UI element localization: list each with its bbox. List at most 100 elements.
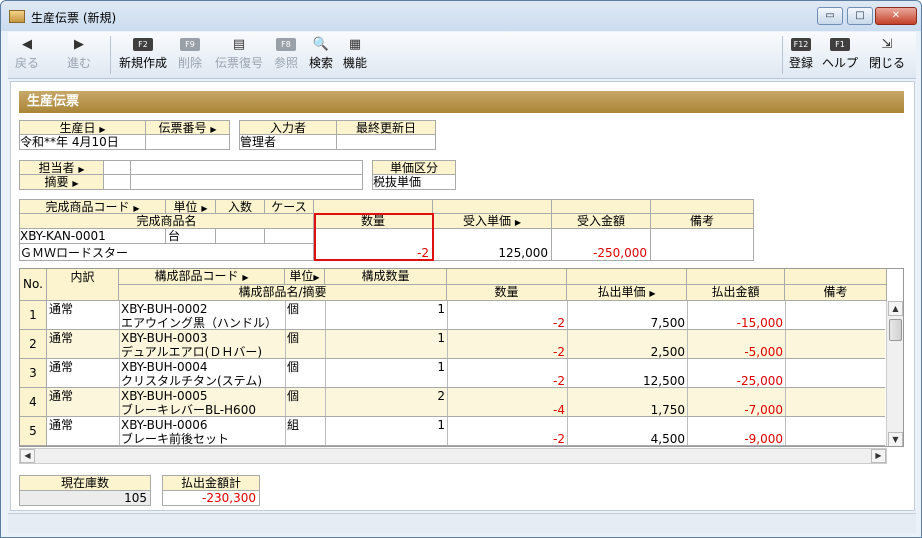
amount-cell[interactable]: -5,000 [685,345,783,359]
amount-cell[interactable]: -15,000 [685,316,783,330]
row-number[interactable]: 2 [20,330,47,359]
detail-grid: No. 内訳 構成部品コード ▶ 単位▶ 構成数量 構成部品名/摘要 数量 払出… [19,268,904,447]
part-name-cell[interactable]: デュアルエアロ(ＤＨバー) [121,345,262,359]
prod-date-field[interactable]: 令和**年 4月10日 [19,134,146,150]
part-name-cell[interactable]: クリスタルチタン(ステム) [121,374,262,388]
part-name-cell[interactable]: ブレーキ前後セット [121,432,229,446]
stock-field: 105 [19,490,151,506]
product-header-blank-4 [650,199,754,214]
part-code-cell[interactable]: XBY-BUH-0006 [121,418,208,432]
scroll-thumb[interactable] [889,319,902,341]
row-number[interactable]: 1 [20,301,47,330]
person-code-field[interactable] [103,160,131,175]
scroll-left-icon[interactable]: ◀ [20,449,35,463]
product-name-field[interactable]: ＧＭＷロードスター [19,243,314,261]
new-button[interactable]: F2 新規作成 [116,34,170,76]
table-row[interactable]: 通常 XBY-BUH-0002 個 1 エアウイング黒（ハンドル） -2 7,500 -15,… [47,301,885,330]
note-label: 備考 [650,213,754,229]
part-code-cell[interactable]: XBY-BUH-0004 [121,360,208,374]
part-code-cell[interactable]: XBY-BUH-0002 [121,302,208,316]
quantity-cell[interactable]: -2 [467,374,565,388]
product-unit-field[interactable]: 台 [165,228,216,244]
price-cell[interactable]: 1,750 [587,403,685,417]
person-label[interactable]: 担当者 ▶ [19,160,104,175]
product-case-label: ケース [264,199,314,214]
price-type-field[interactable]: 税抜単価 [372,174,456,190]
kind-cell[interactable]: 通常 [49,418,73,432]
amount-cell[interactable]: -25,000 [685,374,783,388]
table-row[interactable]: 通常 XBY-BUH-0005 個 2 ブレーキレバーBL-H600 -4 1,750 -7,… [47,388,885,417]
part-code-cell[interactable]: XBY-BUH-0003 [121,331,208,345]
comp-qty-cell[interactable]: 1 [347,360,445,374]
table-row[interactable]: 通常 XBY-BUH-0003 個 1 デュアルエアロ(ＤＨバー) -2 2,500 -5,0… [47,330,885,359]
price-cell[interactable]: 7,500 [587,316,685,330]
product-qty-field[interactable] [215,228,265,244]
table-row[interactable]: 通常 XBY-BUH-0006 組 1 ブレーキ前後セット -2 4,500 -9,000 [47,417,885,446]
scroll-up-icon[interactable]: ▲ [888,301,903,316]
amount-cell[interactable]: -9,000 [685,432,783,446]
stock-label: 現在庫数 [19,475,151,491]
summary-code-field[interactable] [103,174,131,190]
col-name: 構成部品名/摘要 [119,285,447,301]
inputter-field: 管理者 [239,134,337,150]
delete-button[interactable]: F9 削除 [174,34,206,76]
part-code-cell[interactable]: XBY-BUH-0005 [121,389,208,403]
quantity-cell[interactable]: -2 [467,432,565,446]
slip-no-field[interactable] [145,134,230,150]
kind-cell[interactable]: 通常 [49,331,73,345]
unit-cell[interactable]: 個 [287,331,299,345]
comp-qty-cell[interactable]: 2 [347,389,445,403]
kind-cell[interactable]: 通常 [49,302,73,316]
table-row[interactable]: 通常 XBY-BUH-0004 個 1 クリスタルチタン(ステム) -2 12,500 -25… [47,359,885,388]
receive-price-field[interactable]: 125,000 [432,228,552,261]
part-name-cell[interactable]: エアウイング黒（ハンドル） [121,316,277,330]
unit-cell[interactable]: 組 [287,418,299,432]
unit-cell[interactable]: 個 [287,360,299,374]
price-cell[interactable]: 2,500 [587,345,685,359]
note-field[interactable] [650,228,754,261]
vertical-scrollbar[interactable]: ▲ ▼ [886,301,903,446]
product-case-field[interactable] [264,228,314,244]
search-button[interactable]: 🔍 検索 [306,34,336,76]
restore-slip-button[interactable]: ▤ 伝票復号 [212,34,266,76]
price-cell[interactable]: 4,500 [587,432,685,446]
comp-qty-cell[interactable]: 1 [347,418,445,432]
title-bar: 生産伝票 (新規) ▭ □ ✕ [1,1,921,31]
comp-qty-cell[interactable]: 1 [347,331,445,345]
function-button[interactable]: ▦ 機能 [340,34,370,76]
back-button[interactable]: ◀ 戻る [10,34,44,76]
row-number[interactable]: 3 [20,359,47,388]
scroll-down-icon[interactable]: ▼ [888,432,903,446]
forward-button[interactable]: ▶ 進む [62,34,96,76]
row-number[interactable]: 4 [20,388,47,417]
section-title: 生産伝票 [19,91,904,113]
kind-cell[interactable]: 通常 [49,360,73,374]
prod-date-label: 生産日 ▶ [19,120,146,135]
col-note: 備考 [785,285,887,301]
unit-cell[interactable]: 個 [287,389,299,403]
comp-qty-cell[interactable]: 1 [347,302,445,316]
minimize-button[interactable]: ▭ [817,7,843,25]
quantity-cell[interactable]: -2 [467,316,565,330]
part-name-cell[interactable]: ブレーキレバーBL-H600 [121,403,256,417]
close-window-button[interactable]: ✕ [875,7,917,25]
summary-field[interactable] [130,174,363,190]
summary-label[interactable]: 摘要 ▶ [19,174,104,190]
kind-cell[interactable]: 通常 [49,389,73,403]
maximize-button[interactable]: □ [847,7,873,25]
scroll-right-icon[interactable]: ▶ [871,449,886,463]
receive-amount-label: 受入金額 [551,213,651,229]
product-header-blank-2 [432,199,552,214]
amount-cell[interactable]: -7,000 [685,403,783,417]
register-button[interactable]: F12 登録 [786,34,816,76]
row-number[interactable]: 5 [20,417,47,446]
unit-cell[interactable]: 個 [287,302,299,316]
quantity-cell[interactable]: -4 [467,403,565,417]
help-button[interactable]: F1 ヘルプ [820,34,860,76]
refer-button[interactable]: F8 参照 [270,34,302,76]
price-cell[interactable]: 12,500 [587,374,685,388]
close-button[interactable]: ⇲ 閉じる [866,34,908,76]
person-name-field[interactable] [130,160,363,175]
quantity-cell[interactable]: -2 [467,345,565,359]
horizontal-scrollbar[interactable]: ◀ ▶ [19,448,887,464]
